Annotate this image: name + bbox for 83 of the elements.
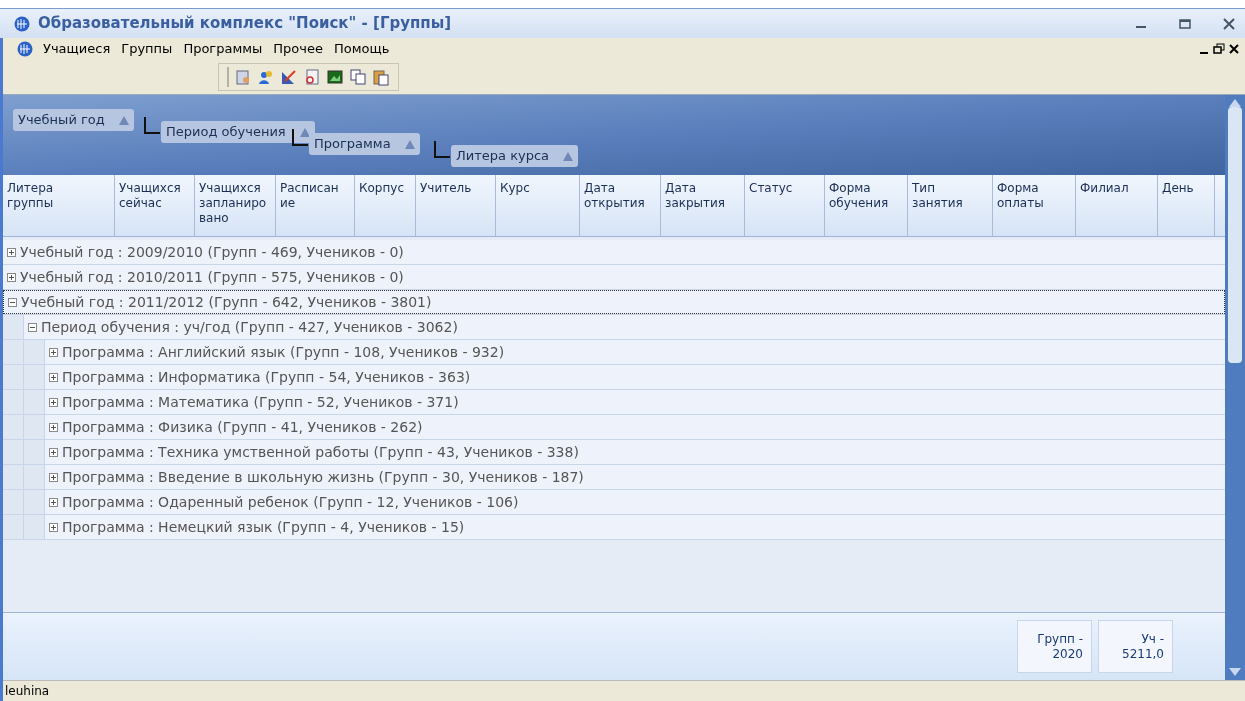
group-label: Программа : Физика (Групп - 41, Учеников - 262) <box>62 417 423 437</box>
expand-icon[interactable] <box>7 272 16 282</box>
expand-icon[interactable] <box>49 397 58 407</box>
expand-icon[interactable] <box>49 422 58 432</box>
close-icon[interactable] <box>1227 42 1241 56</box>
menu-item[interactable]: Прочее <box>272 39 324 59</box>
column-header[interactable]: Форма обучения <box>825 175 908 236</box>
menu-item[interactable]: Учащиеся <box>42 39 112 59</box>
clipboard-person-icon[interactable] <box>234 68 252 86</box>
sort-up-icon <box>299 127 310 137</box>
column-header[interactable]: Курс <box>496 175 580 236</box>
column-header[interactable]: День <box>1158 175 1215 236</box>
collapse-icon[interactable] <box>8 297 17 307</box>
picture-frame-icon[interactable] <box>326 68 344 86</box>
sort-up-icon <box>118 115 129 125</box>
group-row[interactable]: Программа : Физика (Групп - 41, Учеников - 262) <box>45 415 1225 439</box>
group-label: Учебный год : 2010/2011 (Групп - 575, Учеников - 0) <box>20 267 404 287</box>
people-icon[interactable] <box>257 68 275 86</box>
app-menu-icon <box>17 41 33 57</box>
group-row[interactable]: Учебный год : 2009/2010 (Групп - 469, Учеников - 0) <box>3 240 1225 264</box>
expand-icon[interactable] <box>49 472 58 482</box>
group-row[interactable]: Учебный год : 2010/2011 (Групп - 575, Учеников - 0) <box>3 265 1225 289</box>
column-header[interactable]: Дата открытия <box>580 175 661 236</box>
group-label: Программа : Английский язык (Групп - 108, Учеников - 932) <box>62 342 505 362</box>
column-header[interactable]: Статус <box>745 175 825 236</box>
group-by-chip[interactable]: Учебный год <box>13 109 134 131</box>
group-label: Учебный год : 2009/2010 (Групп - 469, Учеников - 0) <box>20 242 404 262</box>
column-header[interactable]: Дата закрытия <box>661 175 745 236</box>
column-header[interactable]: Филиал <box>1076 175 1158 236</box>
expand-icon[interactable] <box>49 372 58 382</box>
column-header[interactable]: Учащихся сейчас <box>115 175 195 236</box>
collapse-icon[interactable] <box>28 322 37 332</box>
group-label: Учебный год : 2011/2012 (Групп - 642, Учеников - 3801) <box>21 292 432 312</box>
restore-icon[interactable] <box>1212 42 1226 56</box>
column-header[interactable]: Форма оплаты <box>993 175 1076 236</box>
expand-icon[interactable] <box>49 522 58 532</box>
column-header[interactable]: Литера группы <box>3 175 115 236</box>
menu-item[interactable]: Программы <box>182 39 264 59</box>
status-user: leuhina <box>5 683 50 700</box>
group-row[interactable]: Программа : Техника умственной работы (Групп - 43, Учеников - 338) <box>45 440 1225 464</box>
total-box: Уч - 5211,0 <box>1098 620 1173 673</box>
group-row[interactable]: Программа : Введение в школьную жизнь (Групп - 30, Учеников - 187) <box>45 465 1225 489</box>
total-box: Групп - 2020 <box>1017 620 1092 673</box>
paste-icon[interactable] <box>372 68 390 86</box>
expand-icon[interactable] <box>49 447 58 457</box>
column-header[interactable]: Учитель <box>416 175 496 236</box>
group-by-chip[interactable]: Литера курса <box>451 145 579 167</box>
group-label: Программа : Одаренный ребенок (Групп - 12, Учеников - 106) <box>62 492 519 512</box>
menu-item[interactable]: Группы <box>120 39 174 59</box>
app-logo-icon <box>14 15 30 32</box>
window-title: Образовательный комплекс "Поиск" - [Группы] <box>38 13 452 35</box>
close-icon[interactable] <box>1223 17 1235 30</box>
group-by-chip[interactable]: Программа <box>309 133 420 155</box>
copy-icon[interactable] <box>349 68 367 86</box>
group-label: Программа : Математика (Групп - 52, Учеников - 371) <box>62 392 459 412</box>
group-label: Программа : Техника умственной работы (Групп - 43, Учеников - 338) <box>62 442 579 462</box>
column-header[interactable]: Учащихся запланиро вано <box>195 175 276 236</box>
group-label: Программа : Немецкий язык (Групп - 4, Учеников - 15) <box>62 517 465 537</box>
group-label: Программа : Информатика (Групп - 54, Учеников - 363) <box>62 367 471 387</box>
expand-icon[interactable] <box>49 347 58 357</box>
column-header[interactable]: Корпус <box>355 175 416 236</box>
group-row[interactable]: Программа : Английский язык (Групп - 108, Учеников - 932) <box>45 340 1225 364</box>
group-row[interactable]: Программа : Одаренный ребенок (Групп - 12, Учеников - 106) <box>45 490 1225 514</box>
group-label: Программа : Введение в школьную жизнь (Групп - 30, Учеников - 187) <box>62 467 584 487</box>
group-label: Период обучения : уч/год (Групп - 427, Учеников - 3062) <box>41 317 458 337</box>
expand-icon[interactable] <box>7 247 16 257</box>
scrollbar[interactable] <box>1225 95 1245 680</box>
group-row[interactable]: Период обучения : уч/год (Групп - 427, Учеников - 3062) <box>24 315 1225 339</box>
ruler-triangle-icon[interactable] <box>280 68 298 86</box>
document-search-icon[interactable] <box>303 68 321 86</box>
menu-item[interactable]: Помощь <box>332 39 391 59</box>
group-row[interactable]: Программа : Немецкий язык (Групп - 4, Учеников - 15) <box>45 515 1225 539</box>
maximize-icon[interactable] <box>1179 17 1191 30</box>
column-header[interactable]: Тип занятия <box>908 175 993 236</box>
column-header[interactable]: Расписан ие <box>276 175 355 236</box>
group-row[interactable]: Программа : Информатика (Групп - 54, Учеников - 363) <box>45 365 1225 389</box>
sort-up-icon <box>563 151 574 161</box>
group-row[interactable]: Учебный год : 2011/2012 (Групп - 642, Учеников - 3801) <box>3 290 1225 314</box>
sort-up-icon <box>404 139 415 149</box>
expand-icon[interactable] <box>49 497 58 507</box>
group-by-chip[interactable]: Период обучения <box>161 121 315 143</box>
group-row[interactable]: Программа : Математика (Групп - 52, Учеников - 371) <box>45 390 1225 414</box>
scroll-down-icon[interactable] <box>1229 668 1241 676</box>
